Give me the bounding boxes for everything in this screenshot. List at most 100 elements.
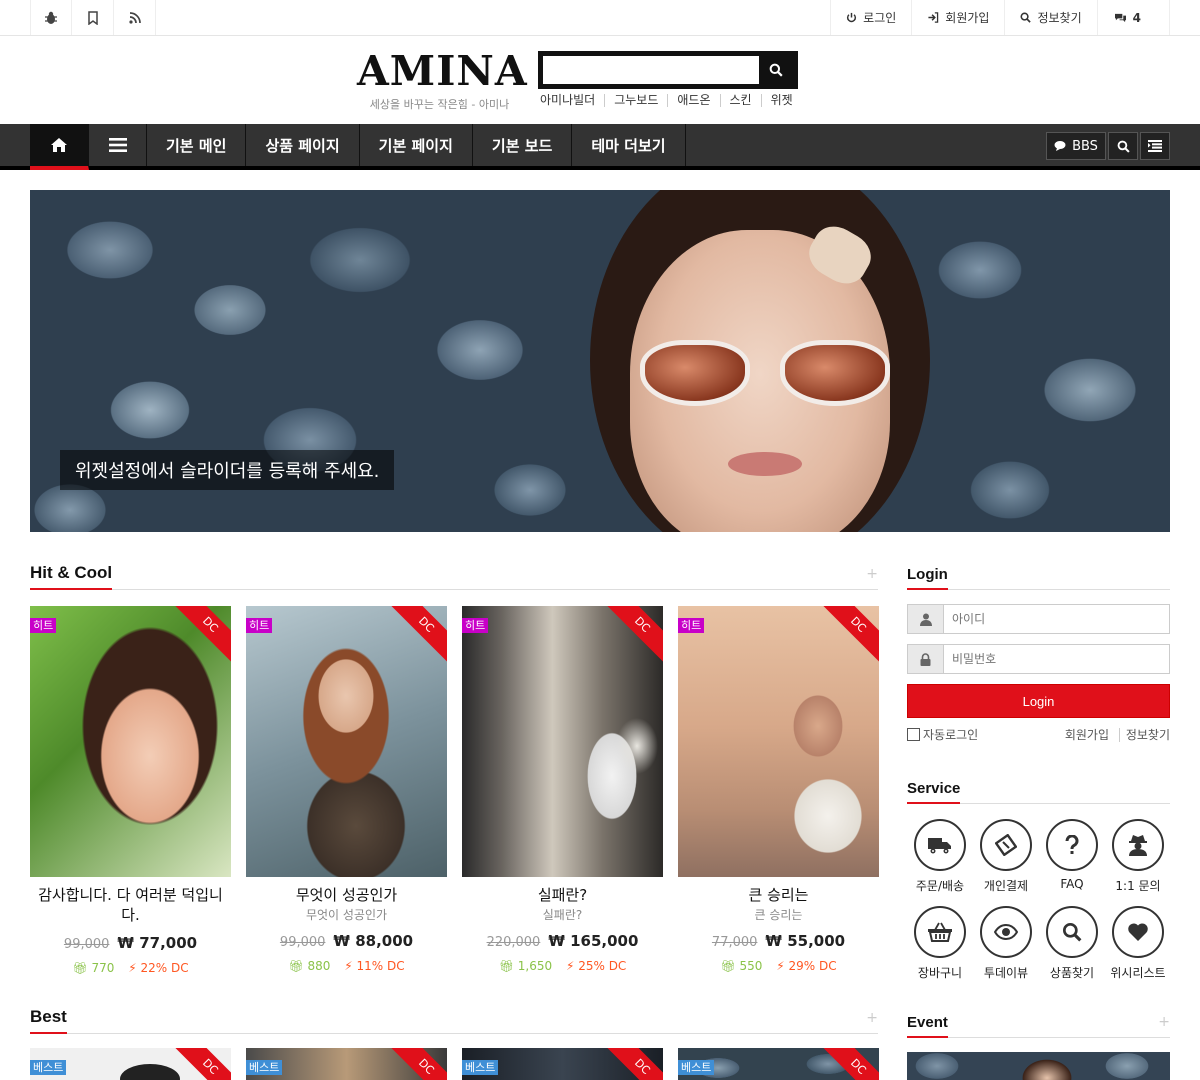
nav-more-themes[interactable]: 테마 더보기 xyxy=(572,124,686,166)
rss-icon[interactable] xyxy=(114,0,156,35)
search-icon xyxy=(769,63,783,77)
nav-search-button[interactable] xyxy=(1108,132,1138,160)
gift-icon: 🎁︎ xyxy=(498,959,514,973)
nav-home[interactable] xyxy=(30,124,89,170)
login-form: Login 자동로그인 회원가입 정보찾기 xyxy=(907,604,1170,743)
event-banner[interactable] xyxy=(907,1052,1170,1080)
service-label: 개인결제 xyxy=(983,879,1029,893)
product-subtitle: 무엇이 성공인가 xyxy=(305,908,388,922)
user-icon xyxy=(908,605,944,633)
login-options: 자동로그인 회원가입 정보찾기 xyxy=(907,726,1170,743)
service-wishlist[interactable]: 위시리스트 xyxy=(1105,906,1171,981)
bookmark-icon[interactable] xyxy=(72,0,114,35)
search-input[interactable] xyxy=(543,56,761,84)
dc-rate: 25% DC xyxy=(578,959,627,973)
product-image[interactable]: 히트 DC xyxy=(678,606,879,877)
event-more[interactable]: + xyxy=(1158,1014,1170,1030)
dc-rate: 22% DC xyxy=(140,961,189,975)
signup-link[interactable]: 회원가입 xyxy=(911,0,1004,35)
product-meta: 🎁︎ 550 ⚡︎ 29% DC xyxy=(678,959,879,973)
nav-product-page[interactable]: 상품 페이지 xyxy=(246,124,360,166)
event-header: Event + xyxy=(907,1012,1170,1038)
quick-link-skin[interactable]: 스킨 xyxy=(719,94,761,107)
checkbox-box[interactable] xyxy=(907,728,920,741)
site-logo[interactable]: AMINA 세상을 바꾸는 작은힘 - 아미나 xyxy=(357,48,527,112)
service-label: 주문/배송 xyxy=(915,879,965,893)
product-card[interactable]: 히트 DC 큰 승리는 큰 승리는 77,000 ₩ 55,000 🎁︎ 550 … xyxy=(678,606,879,973)
product-card[interactable]: 히트 DC 실패란? 실패란? 220,000 ₩ 165,000 🎁︎ 1,65… xyxy=(462,606,663,973)
sidebar-find-link[interactable]: 정보찾기 xyxy=(1118,728,1170,742)
product-card[interactable]: 히트 DC 감사합니다. 다 여러분 덕입니다. 99,000 ₩ 77,000 … xyxy=(30,606,231,975)
quick-link-gnuboard[interactable]: 그누보드 xyxy=(604,94,667,107)
slider-sunglasses xyxy=(640,340,890,410)
product-name[interactable]: 무엇이 성공인가 xyxy=(246,885,447,905)
best-item[interactable]: 베스트 DC xyxy=(246,1048,447,1080)
hit-count: 880 xyxy=(307,959,331,973)
password-input[interactable] xyxy=(944,645,1169,673)
truck-icon xyxy=(914,819,966,871)
product-image[interactable]: 히트 DC xyxy=(246,606,447,877)
best-item[interactable]: 베스트 DC xyxy=(30,1048,231,1080)
nav-right-tools: BBS xyxy=(1046,132,1170,160)
user-id-input[interactable] xyxy=(944,605,1169,633)
top-bar-icons xyxy=(30,0,156,35)
login-link[interactable]: 로그인 xyxy=(830,0,911,35)
product-name[interactable]: 실패란? xyxy=(462,885,663,905)
best-more[interactable]: + xyxy=(866,1010,878,1026)
slider-lens-left xyxy=(640,340,750,406)
nav-basic-main[interactable]: 기본 메인 xyxy=(147,124,247,166)
hit-badge: 히트 xyxy=(678,618,705,633)
service-label: 투데이뷰 xyxy=(983,966,1029,980)
service-personal-payment[interactable]: 개인결제 xyxy=(973,819,1039,894)
bug-icon[interactable] xyxy=(30,0,72,35)
dc-ribbon: DC xyxy=(811,606,879,672)
bolt-icon: ⚡︎ xyxy=(565,959,575,973)
service-one-on-one[interactable]: 1:1 문의 xyxy=(1105,819,1171,894)
bbs-label: BBS xyxy=(1072,138,1098,154)
comments-icon xyxy=(1114,13,1126,23)
comments-link[interactable]: 4 xyxy=(1096,0,1170,35)
ticket-icon xyxy=(980,819,1032,871)
product-image[interactable]: 히트 DC xyxy=(30,606,231,877)
sidebar-signup-link[interactable]: 회원가입 xyxy=(1065,728,1109,742)
service-cart[interactable]: 장바구니 xyxy=(907,906,973,981)
product-card[interactable]: 히트 DC 무엇이 성공인가 무엇이 성공인가 99,000 ₩ 88,000 🎁… xyxy=(246,606,447,973)
product-name[interactable]: 감사합니다. 다 여러분 덕입니다. xyxy=(30,885,231,925)
product-name[interactable]: 큰 승리는 xyxy=(678,885,879,905)
event-title: Event xyxy=(907,1014,948,1038)
nav-menu-toggle[interactable] xyxy=(89,124,147,166)
power-icon xyxy=(847,12,857,23)
gift-icon: 🎁︎ xyxy=(288,959,304,973)
nav-list-button[interactable] xyxy=(1140,132,1170,160)
main-slider[interactable]: 위젯설정에서 슬라이더를 등록해 주세요. xyxy=(30,190,1170,532)
product-image[interactable]: 히트 DC xyxy=(462,606,663,877)
service-product-search[interactable]: 상품찾기 xyxy=(1039,906,1105,981)
hit-cool-more[interactable]: + xyxy=(866,566,878,582)
bolt-icon: ⚡︎ xyxy=(344,959,353,973)
bbs-button[interactable]: BBS xyxy=(1046,132,1106,160)
auto-login-label: 자동로그인 xyxy=(923,728,979,742)
find-info-link[interactable]: 정보찾기 xyxy=(1004,0,1096,35)
service-label: 상품찾기 xyxy=(1049,966,1095,980)
login-button[interactable]: Login xyxy=(907,684,1170,718)
main-nav: 기본 메인 상품 페이지 기본 페이지 기본 보드 테마 더보기 BBS xyxy=(0,124,1200,170)
service-order-delivery[interactable]: 주문/배송 xyxy=(907,819,973,894)
best-item[interactable]: 베스트 DC xyxy=(678,1048,879,1080)
best-item[interactable]: 베스트 DC xyxy=(462,1048,663,1080)
service-today-view[interactable]: 투데이뷰 xyxy=(973,906,1039,981)
product-subtitle: 큰 승리는 xyxy=(754,908,803,922)
nav-basic-board[interactable]: 기본 보드 xyxy=(473,124,573,166)
gift-icon: 🎁︎ xyxy=(720,959,736,973)
quick-link-widget[interactable]: 위젯 xyxy=(760,94,802,107)
user-id-field xyxy=(907,604,1170,634)
nav-basic-page[interactable]: 기본 페이지 xyxy=(360,124,473,166)
search-button[interactable] xyxy=(759,56,793,84)
service-faq[interactable]: FAQ xyxy=(1039,819,1105,894)
slider-caption: 위젯설정에서 슬라이더를 등록해 주세요. xyxy=(60,450,395,490)
auto-login-checkbox[interactable]: 자동로그인 xyxy=(907,726,978,743)
login-link-label: 로그인 xyxy=(863,11,897,25)
product-price: 220,000 ₩ 165,000 xyxy=(462,932,663,950)
quick-link-amina-builder[interactable]: 아미나빌더 xyxy=(540,94,604,107)
old-price: 99,000 xyxy=(279,935,326,950)
quick-link-addon[interactable]: 애드온 xyxy=(667,94,719,107)
